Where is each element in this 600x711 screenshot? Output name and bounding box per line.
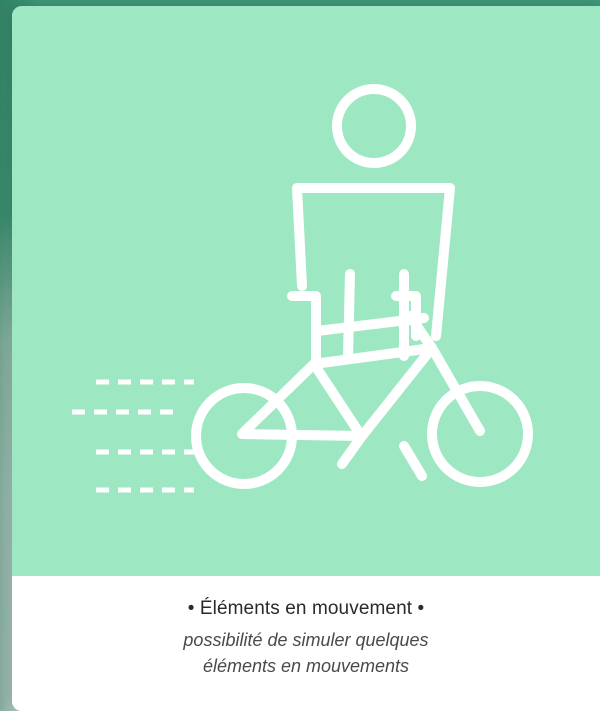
- card-description: possibilité de simuler quelques éléments…: [102, 627, 510, 679]
- cyclist-in-motion-icon: [72, 84, 533, 493]
- card-illustration: [12, 6, 600, 576]
- card-title: • Éléments en mouvement •: [187, 598, 425, 619]
- card-description-line-2: éléments en mouvements: [202, 656, 410, 676]
- card-caption: • Éléments en mouvement • possibilité de…: [12, 576, 600, 711]
- feature-card[interactable]: • Éléments en mouvement • possibilité de…: [12, 6, 600, 711]
- card-description-line-1: possibilité de simuler quelques: [183, 630, 429, 650]
